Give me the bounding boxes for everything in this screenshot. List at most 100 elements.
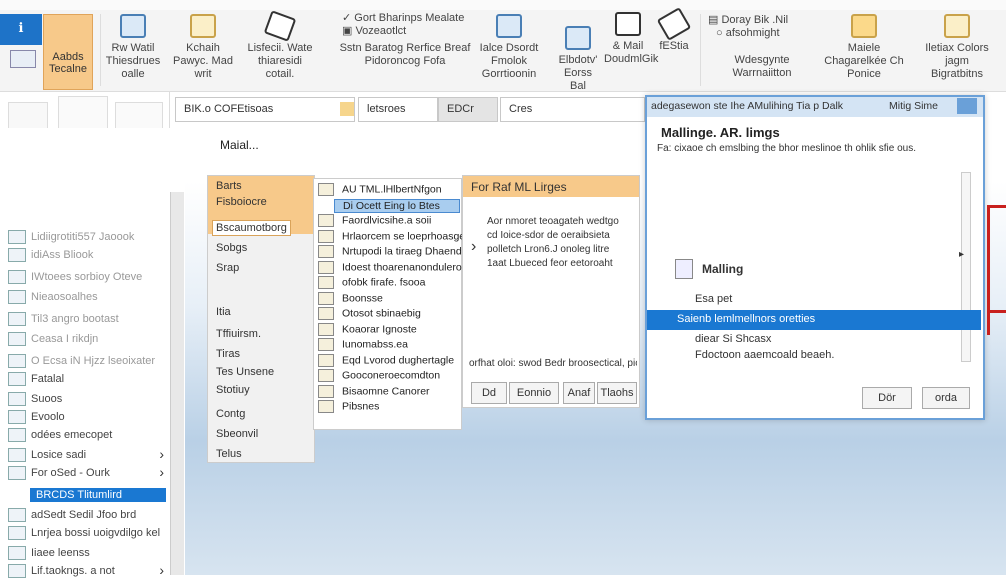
panel-button[interactable]: Dd: [471, 382, 507, 404]
sidebar-scrollbar[interactable]: [170, 192, 184, 575]
sidebar-item[interactable]: Suoos: [8, 392, 62, 406]
chevron-right-icon[interactable]: ›: [159, 464, 164, 480]
panel-button[interactable]: Tlaohs: [597, 382, 637, 404]
menu-item[interactable]: Tes Unsene: [216, 366, 274, 378]
item-icon: [8, 466, 26, 480]
submenu-item[interactable]: Nrtupodi la tiraeg Dhaend: [318, 245, 462, 258]
menu-item[interactable]: Tiras: [216, 348, 240, 360]
item-icon: [8, 546, 26, 560]
submenu-item[interactable]: Di Ocett Eing lo Btes: [334, 198, 460, 213]
menu-item[interactable]: Bscaumotborg: [212, 220, 291, 236]
sidebar-item[interactable]: Lnrjea bossi uoigvdilgo kel: [8, 526, 160, 540]
menu-item[interactable]: Telus: [216, 448, 242, 460]
chevron-right-icon[interactable]: ›: [159, 446, 164, 462]
ribbon-small-item[interactable]: ▤ Doray Bik .Nil: [708, 14, 818, 27]
dialog-list-item[interactable]: Esa pet: [657, 292, 971, 308]
view-icon[interactable]: [10, 50, 36, 68]
edit-button[interactable]: EDCr: [438, 97, 498, 122]
submenu-item[interactable]: Koaorar Ignoste: [318, 322, 417, 336]
menu-item[interactable]: Tffiuirsm.: [216, 328, 261, 340]
ribbon-button[interactable]: Maiele Chagarelkée Ch Ponice: [822, 14, 906, 81]
divider: [700, 14, 701, 86]
ok-button[interactable]: Dör: [862, 387, 912, 409]
submenu-item[interactable]: Iunomabss.ea: [318, 338, 408, 351]
cancel-button[interactable]: orda: [922, 387, 970, 409]
submenu-item[interactable]: Hrlaorcem se loeprhoasge.: [318, 229, 468, 243]
app-menu-button[interactable]: ℹ: [0, 14, 42, 45]
ribbon-button[interactable]: Rw Watil Thiesdrues oalle: [104, 14, 162, 81]
submenu-item[interactable]: Bisaomne Canorer: [318, 384, 430, 398]
highlighted-ribbon-button[interactable]: Aabds Tecalne: [43, 14, 93, 90]
chevron-right-icon[interactable]: ▸: [959, 249, 964, 260]
sidebar-item[interactable]: Ceasa I rikdjn: [8, 332, 98, 346]
menu-item[interactable]: Sbeonvil: [216, 428, 258, 440]
sidebar-item[interactable]: Nieaosoalhes: [8, 290, 98, 304]
sidebar-item[interactable]: Lif.taokngs. a not: [8, 564, 115, 578]
submenu-item[interactable]: Otosot sbinaebig: [318, 307, 421, 320]
menu-item[interactable]: Barts: [216, 180, 242, 192]
printer-icon: [565, 26, 591, 50]
sidebar-item[interactable]: Til3 angro bootast: [8, 312, 119, 326]
sidebar-item[interactable]: Lidiigrotiti557 Jaoook: [8, 230, 134, 244]
ribbon-label: fEStia: [659, 40, 689, 52]
sidebar-item[interactable]: Evoolo: [8, 410, 65, 424]
menu-item[interactable]: Fisboiocre: [216, 196, 267, 208]
sidebar-item-label: idiAss Bliook: [31, 248, 94, 261]
item-icon: [8, 526, 26, 540]
menu-item[interactable]: Srap: [216, 262, 239, 274]
submenu-item[interactable]: Faordlvicsihe.a soii: [318, 214, 431, 227]
window-icon[interactable]: [957, 98, 977, 114]
sidebar-item[interactable]: Fatalal: [8, 372, 64, 386]
panel-line: cd Ioice-sdor de oeraibsieta: [487, 230, 610, 241]
ribbon-button[interactable]: Elbdotv' Eorss Bal: [556, 26, 600, 93]
sidebar-item-label: Iiaee leenss: [31, 546, 90, 559]
submenu-item[interactable]: ofobk firafe. fsooa: [318, 276, 425, 289]
submenu-item-label: Bisaomne Canorer: [342, 384, 430, 397]
search-input[interactable]: Cres: [500, 97, 645, 122]
ribbon-small-item[interactable]: ✓ Gort Bharinps Mealate: [342, 12, 480, 25]
dialog-list-item[interactable]: Fdoctoon aaemcoald beaeh.: [657, 348, 971, 364]
item-icon: [318, 369, 334, 382]
submenu-item[interactable]: Pibsnes: [318, 400, 379, 413]
ribbon-small-item[interactable]: ▣ Vozeaotlct: [342, 25, 480, 38]
ribbon-button[interactable]: Iletiax Colors jagm Bigratbitns: [920, 14, 994, 81]
sidebar-item[interactable]: IWtoees sorbioy Oteve: [8, 270, 142, 284]
submenu-item[interactable]: AU TML.lHlbertNfgon: [318, 183, 442, 196]
menu-item[interactable]: Contg: [216, 408, 245, 420]
ribbon-button[interactable]: & Mail DoudmlGik: [604, 12, 658, 66]
ribbon-button[interactable]: fEStia: [656, 7, 692, 53]
sidebar-item[interactable]: adSedt Sedil Jfoo brd: [8, 508, 136, 522]
panel-button[interactable]: Eonnio: [509, 382, 559, 404]
submenu-item[interactable]: Eqd Lvorod dughertagle: [318, 353, 454, 367]
ribbon-button[interactable]: Kchaih Pawyc. Mad writ: [170, 14, 236, 81]
panel-footer: orfhat oloi: swod Bedr broosectical, pio: [469, 358, 637, 369]
item-icon: [8, 428, 26, 442]
submenu-item[interactable]: Idoest thoarenanonduleroe: [318, 260, 468, 274]
sidebar-item[interactable]: For oSed - Ourk: [8, 466, 110, 480]
sidebar-item[interactable]: Iiaee leenss: [8, 546, 90, 560]
chevron-right-icon[interactable]: ›: [159, 562, 164, 578]
menu-item[interactable]: Sobgs: [216, 242, 247, 254]
ribbon-button[interactable]: Lisfecii. Wate thiaresidi cotail.: [244, 10, 316, 81]
sidebar-item[interactable]: O Ecsa iN Hjzz lseoixater: [8, 354, 155, 368]
bracket-line: [987, 205, 1006, 208]
submenu-item[interactable]: Boonsse: [318, 291, 383, 305]
submenu-item-label: AU TML.lHlbertNfgon: [342, 183, 442, 196]
dialog-list-item[interactable]: diear Si Shcasx: [657, 332, 971, 348]
address-field[interactable]: BIK.o COFEtisoas: [175, 97, 355, 122]
menu-item[interactable]: Itia: [216, 306, 231, 318]
chevron-right-icon[interactable]: ›: [471, 238, 476, 256]
sidebar-item[interactable]: idiAss Bliook: [8, 248, 93, 262]
dialog-list-item[interactable]: Saienb lemlmellnors oretties: [647, 310, 981, 330]
folder-icon[interactable]: [340, 102, 354, 116]
envelope-icon: [263, 10, 297, 42]
filter-field[interactable]: letsroes: [358, 97, 438, 122]
sidebar-item[interactable]: odées emecopet: [8, 428, 112, 442]
submenu-item[interactable]: Gooconeroecomdton: [318, 369, 440, 382]
ribbon-button[interactable]: Ialce Dsordt Fmolok Gorrtioonin: [478, 14, 540, 81]
menu-item[interactable]: Stotiuy: [216, 384, 250, 396]
sidebar-item[interactable]: BRCDS Tlitumlird: [30, 488, 166, 502]
sidebar-item[interactable]: Losice sadi: [8, 448, 86, 462]
panel-button[interactable]: Anaf: [563, 382, 595, 404]
ribbon-small-item[interactable]: ○ afsohmight: [716, 27, 818, 40]
